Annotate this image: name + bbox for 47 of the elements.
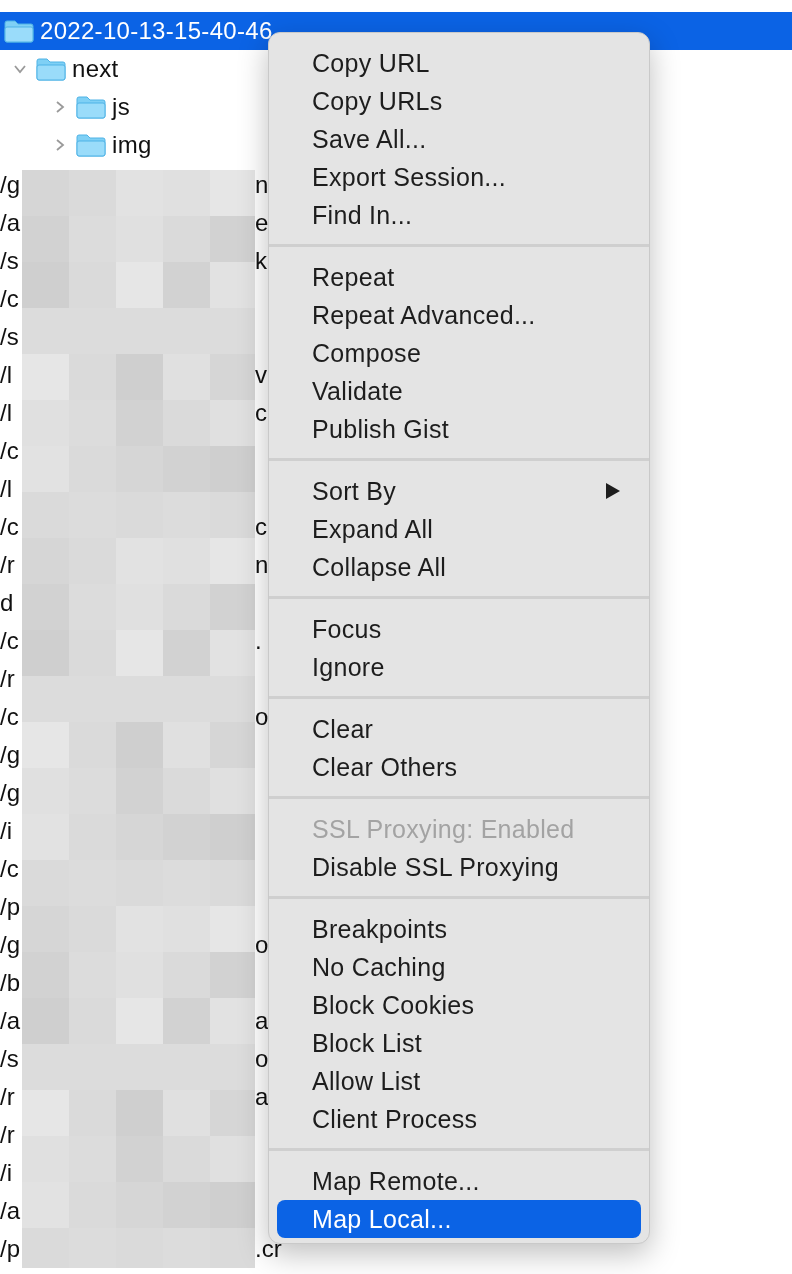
url-fragment: d	[0, 589, 15, 617]
url-fragment: /i	[0, 817, 13, 845]
folder-name: 2022-10-13-15-40-46	[40, 17, 273, 45]
url-fragment: /l	[0, 361, 13, 389]
url-fragment: o	[255, 1045, 269, 1073]
url-fragment: /b	[0, 969, 21, 997]
url-fragment: o	[255, 703, 269, 731]
url-fragment: n	[255, 551, 269, 579]
url-fragment: o	[255, 931, 269, 959]
url-fragment: /c	[0, 703, 20, 731]
url-fragment: /s	[0, 247, 20, 275]
url-fragment: /a	[0, 1197, 21, 1225]
url-fragment: /l	[0, 399, 13, 427]
url-fragment: /c	[0, 513, 20, 541]
url-fragment: /c	[0, 855, 20, 883]
url-fragment: c	[255, 513, 267, 541]
url-fragment: /a	[0, 1007, 21, 1035]
url-fragment: /r	[0, 1083, 16, 1111]
folder-name: next	[72, 55, 119, 83]
url-fragment: a	[255, 1007, 269, 1035]
url-fragment: e	[255, 209, 269, 237]
url-fragment: /a	[0, 209, 21, 237]
url-fragment: v	[255, 361, 267, 389]
url-fragment: /r	[0, 551, 16, 579]
url-fragment: /l	[0, 475, 13, 503]
url-fragment: c	[255, 399, 267, 427]
url-fragment: /g	[0, 741, 21, 769]
url-fragment: /g	[0, 171, 21, 199]
url-fragment: /g	[0, 931, 21, 959]
url-fragment: a	[255, 1083, 269, 1111]
url-fragment: /s	[0, 1045, 20, 1073]
url-fragment: .	[255, 627, 262, 655]
url-fragment: /s	[0, 323, 20, 351]
folder-name: js	[112, 93, 130, 121]
url-fragment: n	[255, 171, 269, 199]
url-fragment: /i	[0, 1159, 13, 1187]
folder-name: img	[112, 131, 152, 159]
url-fragment: /c	[0, 627, 20, 655]
url-fragment: /r	[0, 665, 16, 693]
url-fragment: /c	[0, 285, 20, 313]
url-fragment: /p	[0, 893, 21, 921]
url-fragment: /p	[0, 1235, 21, 1263]
url-fragment: /g	[0, 779, 21, 807]
url-fragment: k	[255, 247, 267, 275]
url-fragment: /c	[0, 437, 20, 465]
url-fragment: .cr	[255, 1235, 282, 1263]
url-fragment: /r	[0, 1121, 16, 1149]
